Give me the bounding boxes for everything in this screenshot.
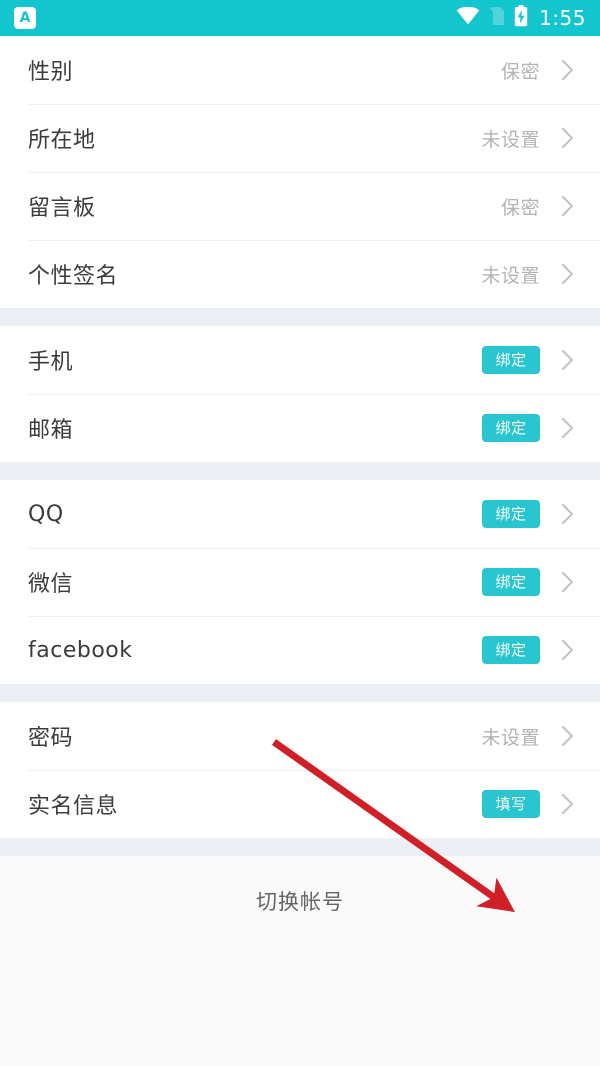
bind-action-button[interactable]: 绑定	[482, 500, 540, 528]
status-bar-icons: 1:55	[456, 5, 586, 31]
chevron-right-icon	[554, 416, 582, 440]
list-item[interactable]: QQ 绑定	[0, 480, 600, 548]
list-item-label: QQ	[28, 501, 64, 527]
list-item-label: 性别	[28, 60, 74, 85]
settings-list[interactable]: 性别 保密 所在地 未设置 留言板 保密 个性签名 未设置 手机 绑定 邮箱 绑定 QQ 绑定 微信 绑定 fa…	[0, 36, 600, 946]
list-item-label: facebook	[28, 637, 133, 663]
wifi-icon	[456, 6, 480, 29]
chevron-right-icon	[554, 126, 582, 150]
chevron-right-icon	[554, 194, 582, 218]
bind-action-button[interactable]: 绑定	[482, 636, 540, 664]
settings-group-social: QQ 绑定 微信 绑定 facebook 绑定	[0, 480, 600, 684]
section-separator	[0, 462, 600, 480]
list-item[interactable]: 个性签名 未设置	[0, 240, 600, 308]
list-item-right: 绑定	[482, 346, 582, 374]
list-item-value: 未设置	[481, 726, 540, 749]
status-bar: A 1:55	[0, 0, 600, 36]
list-item-label: 手机	[28, 350, 74, 375]
settings-group-profile: 性别 保密 所在地 未设置 留言板 保密 个性签名 未设置	[0, 36, 600, 308]
list-item-value: 未设置	[481, 128, 540, 151]
phone-screen: A 1:55 性别 保密 所在地 未设置 留言板 保密 个性签名 未设置 手机 …	[0, 0, 600, 1066]
bind-action-button[interactable]: 绑定	[482, 346, 540, 374]
list-item-label: 邮箱	[28, 418, 74, 443]
list-item[interactable]: 手机 绑定	[0, 326, 600, 394]
chevron-right-icon	[554, 792, 582, 816]
list-item-label: 实名信息	[28, 794, 119, 819]
chevron-right-icon	[554, 262, 582, 286]
list-item-label: 所在地	[28, 128, 96, 153]
settings-group-security: 密码 未设置实名信息 填写	[0, 702, 600, 838]
chevron-right-icon	[554, 638, 582, 662]
app-letter: A	[19, 10, 31, 26]
list-item-value: 保密	[500, 196, 540, 219]
list-item-label: 留言板	[28, 196, 96, 221]
list-item-label: 微信	[28, 572, 74, 597]
list-item[interactable]: 邮箱 绑定	[0, 394, 600, 462]
list-item-right: 未设置	[481, 723, 582, 750]
settings-group-contact: 手机 绑定 邮箱 绑定	[0, 326, 600, 462]
list-item-right: 未设置	[481, 261, 582, 288]
chevron-right-icon	[554, 348, 582, 372]
list-item[interactable]: 留言板 保密	[0, 172, 600, 240]
list-item[interactable]: 密码 未设置	[0, 702, 600, 770]
section-separator	[0, 838, 600, 856]
list-item-right: 填写	[482, 790, 582, 818]
list-item[interactable]: 微信 绑定	[0, 548, 600, 616]
battery-charging-icon	[514, 5, 528, 31]
chevron-right-icon	[554, 58, 582, 82]
list-item-right: 绑定	[482, 568, 582, 596]
list-item[interactable]: facebook 绑定	[0, 616, 600, 684]
list-item-right: 保密	[501, 193, 582, 220]
list-item[interactable]: 所在地 未设置	[0, 104, 600, 172]
list-item[interactable]: 实名信息 填写	[0, 770, 600, 838]
list-item[interactable]: 性别 保密	[0, 36, 600, 104]
list-item-right: 绑定	[482, 500, 582, 528]
bind-action-button[interactable]: 填写	[482, 790, 540, 818]
footer: 切换帐号	[0, 856, 600, 946]
chevron-right-icon	[554, 570, 582, 594]
switch-account-button[interactable]: 切换帐号	[256, 886, 344, 916]
list-item-right: 保密	[501, 57, 582, 84]
list-item-value: 未设置	[481, 264, 540, 287]
status-bar-clock: 1:55	[539, 6, 586, 30]
sim-off-icon	[489, 6, 505, 30]
bind-action-button[interactable]: 绑定	[482, 568, 540, 596]
list-item-value: 保密	[500, 60, 540, 83]
chevron-right-icon	[554, 502, 582, 526]
list-item-right: 未设置	[481, 125, 582, 152]
section-separator	[0, 684, 600, 702]
section-separator	[0, 308, 600, 326]
list-item-right: 绑定	[482, 636, 582, 664]
app-letter-a-icon: A	[14, 7, 36, 29]
list-item-label: 个性签名	[28, 264, 119, 289]
bind-action-button[interactable]: 绑定	[482, 414, 540, 442]
list-item-right: 绑定	[482, 414, 582, 442]
list-item-label: 密码	[28, 726, 74, 751]
chevron-right-icon	[554, 724, 582, 748]
